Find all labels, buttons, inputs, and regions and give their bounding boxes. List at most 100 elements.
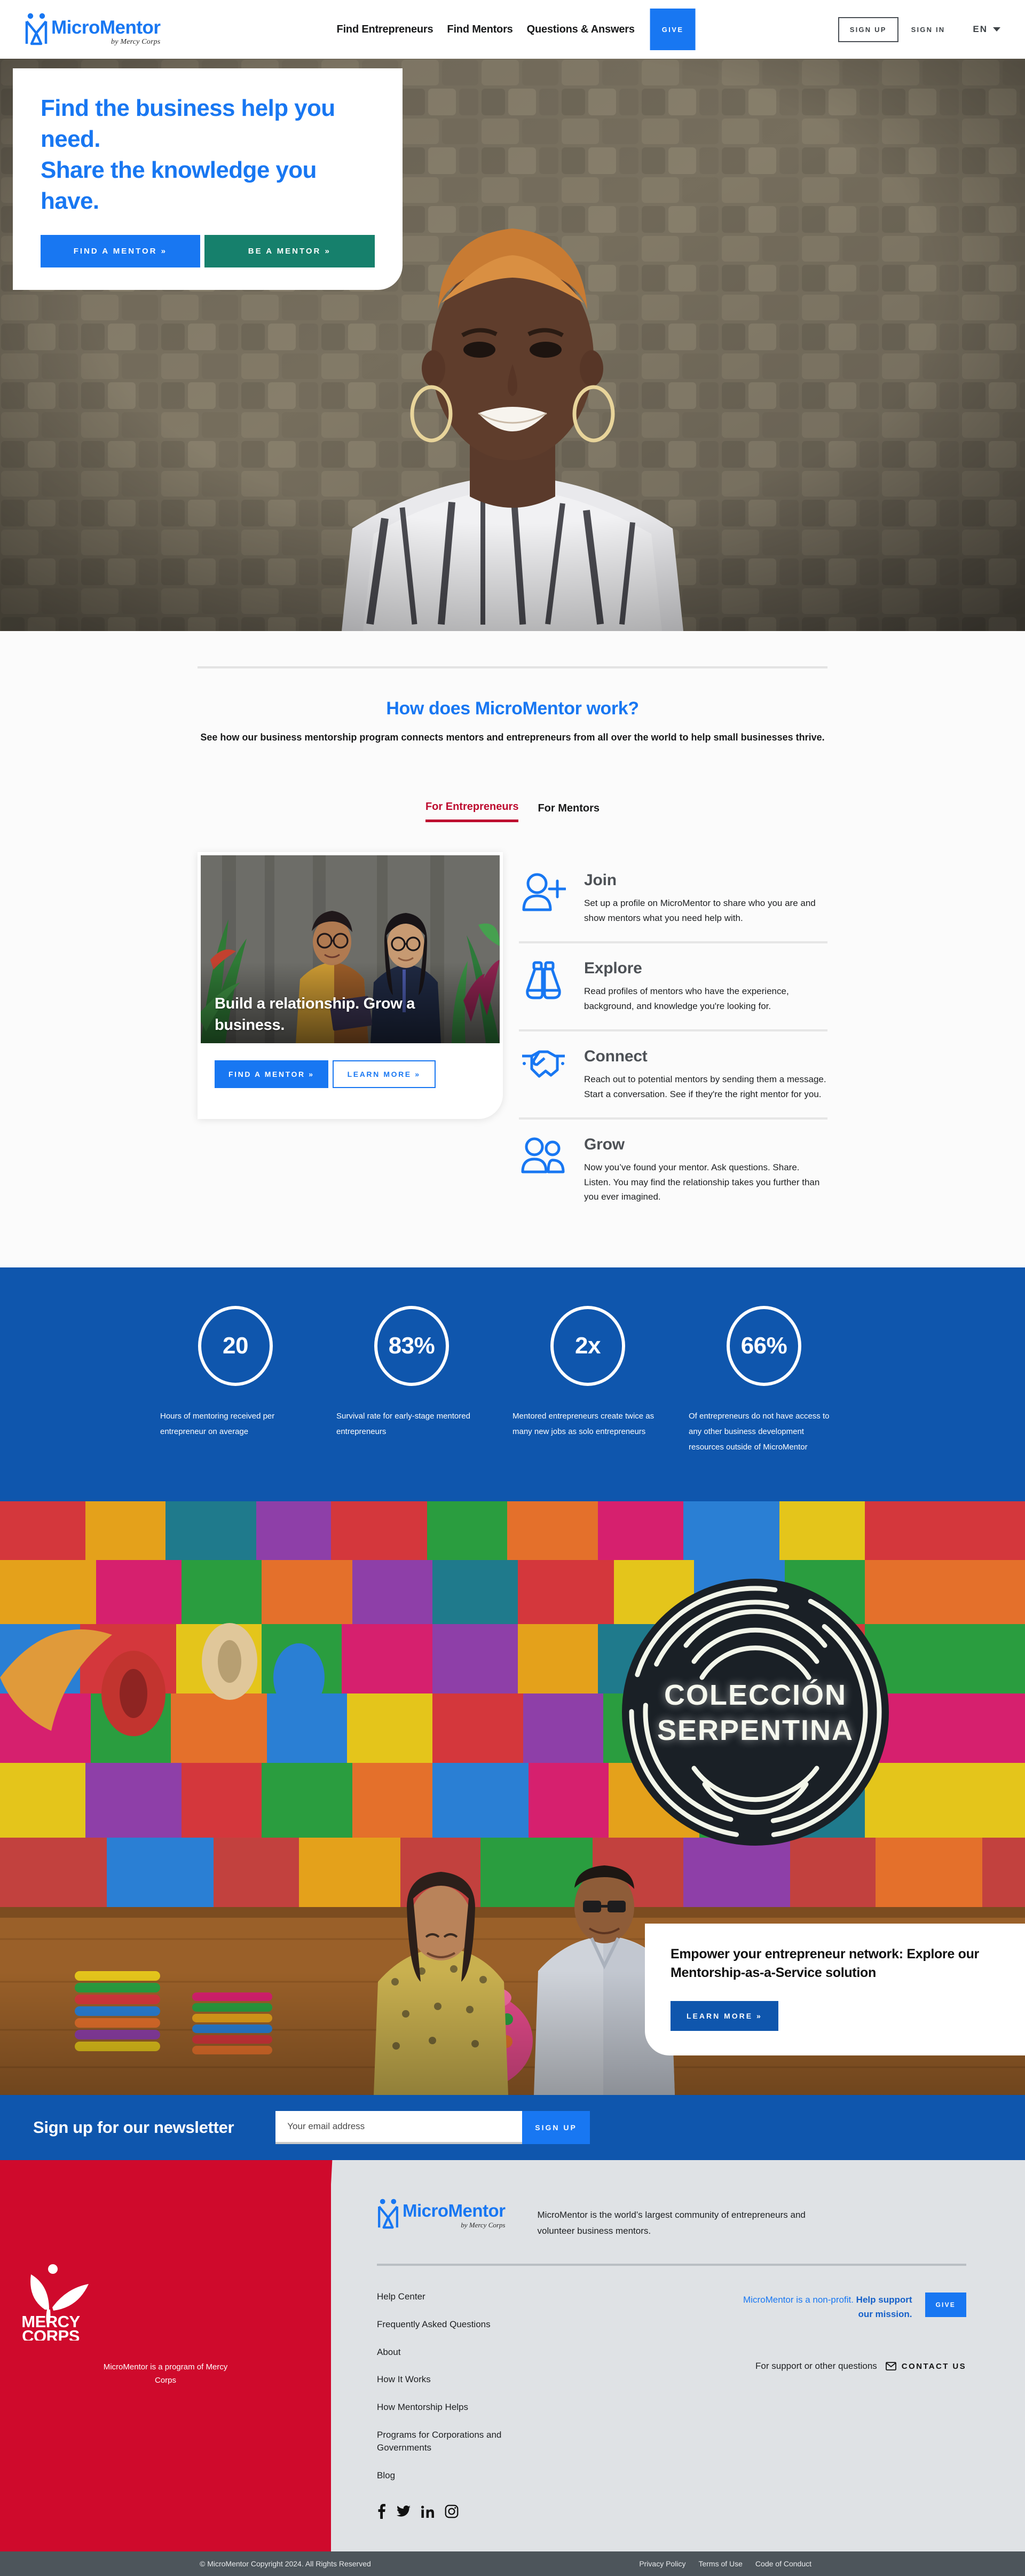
sign-up-button[interactable]: SIGN UP bbox=[838, 17, 898, 42]
step-text-connect: Reach out to potential mentors by sendin… bbox=[584, 1074, 826, 1099]
svg-text:CORPS: CORPS bbox=[22, 2327, 80, 2341]
user-plus-icon bbox=[519, 871, 568, 912]
footer-social-links bbox=[377, 2504, 606, 2522]
step-text-explore: Read profiles of mentors who have the ex… bbox=[584, 986, 789, 1011]
language-code: EN bbox=[973, 24, 988, 34]
nonprofit-message-plain: MicroMentor is a non-profit. bbox=[743, 2295, 856, 2305]
stat-value: 20 bbox=[223, 1332, 248, 1359]
tab-for-entrepreneurs[interactable]: For Entrepreneurs bbox=[425, 801, 519, 822]
step-title-grow: Grow bbox=[584, 1136, 625, 1154]
nav-questions-answers[interactable]: Questions & Answers bbox=[520, 23, 642, 36]
relationship-card-actions: FIND A MENTOR » LEARN MORE » bbox=[201, 1043, 500, 1119]
stat-label: Survival rate for early-stage mentored e… bbox=[336, 1411, 470, 1437]
site-header: MicroMentor by Mercy Corps Find Entrepre… bbox=[0, 0, 1025, 59]
copyright-text: © MicroMentor Copyright 2024. All Rights… bbox=[200, 2559, 371, 2569]
maas-learn-more-button[interactable]: LEARN MORE » bbox=[671, 2000, 778, 2031]
micromentor-logo-icon bbox=[25, 13, 48, 45]
two-people-icon bbox=[519, 1136, 568, 1174]
relationship-card-caption: Build a relationship. Grow a business. bbox=[215, 995, 415, 1034]
language-selector[interactable]: EN bbox=[973, 24, 1000, 35]
twitter-icon[interactable] bbox=[397, 2504, 411, 2522]
logo-wordmark: MicroMentor bbox=[51, 17, 161, 38]
footer-link-programs[interactable]: Programs for Corporations and Government… bbox=[377, 2429, 510, 2454]
newsletter-section: Sign up for our newsletter SIGN UP bbox=[0, 2094, 1025, 2160]
how-it-works-section: How does MicroMentor work? See how our b… bbox=[0, 631, 1025, 1267]
stat-ring: 66% bbox=[727, 1305, 801, 1386]
handshake-icon bbox=[519, 1047, 568, 1080]
step-title-join: Join bbox=[584, 871, 617, 889]
footer-link-faq[interactable]: Frequently Asked Questions bbox=[377, 2318, 606, 2331]
hero-find-a-mentor-button[interactable]: FIND A MENTOR » bbox=[41, 235, 200, 268]
card-learn-more-button[interactable]: LEARN MORE » bbox=[332, 1060, 436, 1088]
nav-find-mentors[interactable]: Find Mentors bbox=[440, 23, 519, 36]
step-connect: Connect Reach out to potential mentors b… bbox=[519, 1029, 827, 1117]
micromentor-logo-icon bbox=[378, 2199, 398, 2228]
footer-logo-wordmark: MicroMentor bbox=[403, 2200, 506, 2220]
legal-link-code-of-conduct[interactable]: Code of Conduct bbox=[755, 2559, 811, 2568]
site-footer: MERCY CORPS MicroMentor is a program of … bbox=[0, 2160, 1025, 2552]
stat-survival-rate: 83% Survival rate for early-stage mentor… bbox=[336, 1305, 512, 1455]
nonprofit-message: MicroMentor is a non-profit. Help suppor… bbox=[736, 2293, 912, 2321]
site-logo[interactable]: MicroMentor by Mercy Corps bbox=[25, 13, 161, 46]
contact-us-label: CONTACT US bbox=[901, 2361, 966, 2371]
mercy-corps-caption: MicroMentor is a program of Mercy Corps bbox=[103, 2362, 228, 2385]
footer-divider bbox=[377, 2264, 966, 2266]
footer-main-panel: MicroMentor by Mercy Corps MicroMentor i… bbox=[331, 2160, 1025, 2552]
stat-label: Of entrepreneurs do not have access to a… bbox=[689, 1411, 830, 1452]
hero-headline-line-2: Share the knowledge you have. bbox=[41, 157, 317, 215]
how-it-works-subtitle: See how our business mentorship program … bbox=[200, 732, 825, 743]
newsletter-title: Sign up for our newsletter bbox=[33, 2117, 234, 2137]
stat-ring: 20 bbox=[198, 1305, 273, 1386]
footer-link-how-it-works[interactable]: How It Works bbox=[377, 2373, 606, 2386]
newsletter-form: SIGN UP bbox=[275, 2110, 590, 2144]
stat-label: Mentored entrepreneurs create twice as m… bbox=[512, 1411, 655, 1437]
hero-cta-card: Find the business help you need. Share t… bbox=[13, 68, 403, 290]
linkedin-icon[interactable] bbox=[421, 2504, 434, 2522]
logo-tagline: by Mercy Corps bbox=[111, 38, 161, 46]
nav-find-entrepreneurs[interactable]: Find Entrepreneurs bbox=[330, 23, 440, 36]
facebook-icon[interactable] bbox=[377, 2504, 386, 2522]
newsletter-email-input[interactable] bbox=[275, 2110, 523, 2144]
footer-link-help-center[interactable]: Help Center bbox=[377, 2290, 606, 2303]
how-it-works-title: How does MicroMentor work? bbox=[386, 698, 639, 719]
hero-section: Find the business help you need. Share t… bbox=[0, 59, 1025, 631]
footer-give-button[interactable]: GIVE bbox=[925, 2293, 966, 2318]
give-button[interactable]: GIVE bbox=[650, 9, 696, 50]
mercy-corps-logo-icon: MERCY CORPS bbox=[21, 2264, 89, 2345]
legal-links: Privacy Policy Terms of Use Code of Cond… bbox=[639, 2559, 811, 2568]
impact-stats-section: 20 Hours of mentoring received per entre… bbox=[0, 1267, 1025, 1501]
relationship-card-photo: Build a relationship. Grow a business. bbox=[201, 855, 500, 1043]
stat-jobs-created: 2x Mentored entrepreneurs create twice a… bbox=[512, 1305, 689, 1455]
hero-be-a-mentor-button[interactable]: BE A MENTOR » bbox=[204, 235, 375, 268]
maas-cta-card: Empower your entrepreneur network: Explo… bbox=[645, 1923, 1025, 2055]
support-label: For support or other questions bbox=[755, 2361, 877, 2372]
nonprofit-message-bold: Help support our mission. bbox=[856, 2295, 912, 2320]
stat-value: 83% bbox=[388, 1332, 435, 1359]
hero-headline-line-1: Find the business help you need. bbox=[41, 95, 335, 153]
audience-tabs: For Entrepreneurs For Mentors bbox=[198, 801, 827, 822]
page-root: MicroMentor by Mercy Corps Find Entrepre… bbox=[0, 0, 1025, 2576]
instagram-icon[interactable] bbox=[445, 2504, 459, 2522]
sign-in-button[interactable]: SIGN IN bbox=[898, 18, 958, 41]
maas-cta-title: Empower your entrepreneur network: Explo… bbox=[671, 1946, 979, 1981]
stat-value: 66% bbox=[740, 1332, 787, 1359]
newsletter-signup-button[interactable]: SIGN UP bbox=[522, 2110, 590, 2144]
legal-link-privacy-policy[interactable]: Privacy Policy bbox=[639, 2559, 685, 2568]
stat-value: 2x bbox=[575, 1332, 601, 1359]
footer-link-blog[interactable]: Blog bbox=[377, 2469, 606, 2482]
contact-us-link[interactable]: CONTACT US bbox=[885, 2361, 966, 2371]
footer-link-about[interactable]: About bbox=[377, 2346, 606, 2359]
stat-hours-mentoring: 20 Hours of mentoring received per entre… bbox=[160, 1305, 336, 1455]
legal-link-terms-of-use[interactable]: Terms of Use bbox=[698, 2559, 742, 2568]
footer-link-how-mentorship-helps[interactable]: How Mentorship Helps bbox=[377, 2401, 606, 2414]
tab-for-mentors[interactable]: For Mentors bbox=[538, 801, 600, 822]
step-grow: Grow Now you’ve found your mentor. Ask q… bbox=[519, 1117, 827, 1220]
relationship-card: Build a relationship. Grow a business. F… bbox=[198, 852, 503, 1119]
footer-logo[interactable]: MicroMentor by Mercy Corps bbox=[377, 2199, 506, 2230]
card-find-a-mentor-button[interactable]: FIND A MENTOR » bbox=[215, 1060, 328, 1088]
footer-legal-bar: © MicroMentor Copyright 2024. All Rights… bbox=[0, 2551, 1025, 2576]
how-it-works-steps: Join Set up a profile on MicroMentor to … bbox=[519, 852, 827, 1220]
step-explore: Explore Read profiles of mentors who hav… bbox=[519, 941, 827, 1029]
step-text-join: Set up a profile on MicroMentor to share… bbox=[584, 898, 816, 923]
step-join: Join Set up a profile on MicroMentor to … bbox=[519, 855, 827, 941]
